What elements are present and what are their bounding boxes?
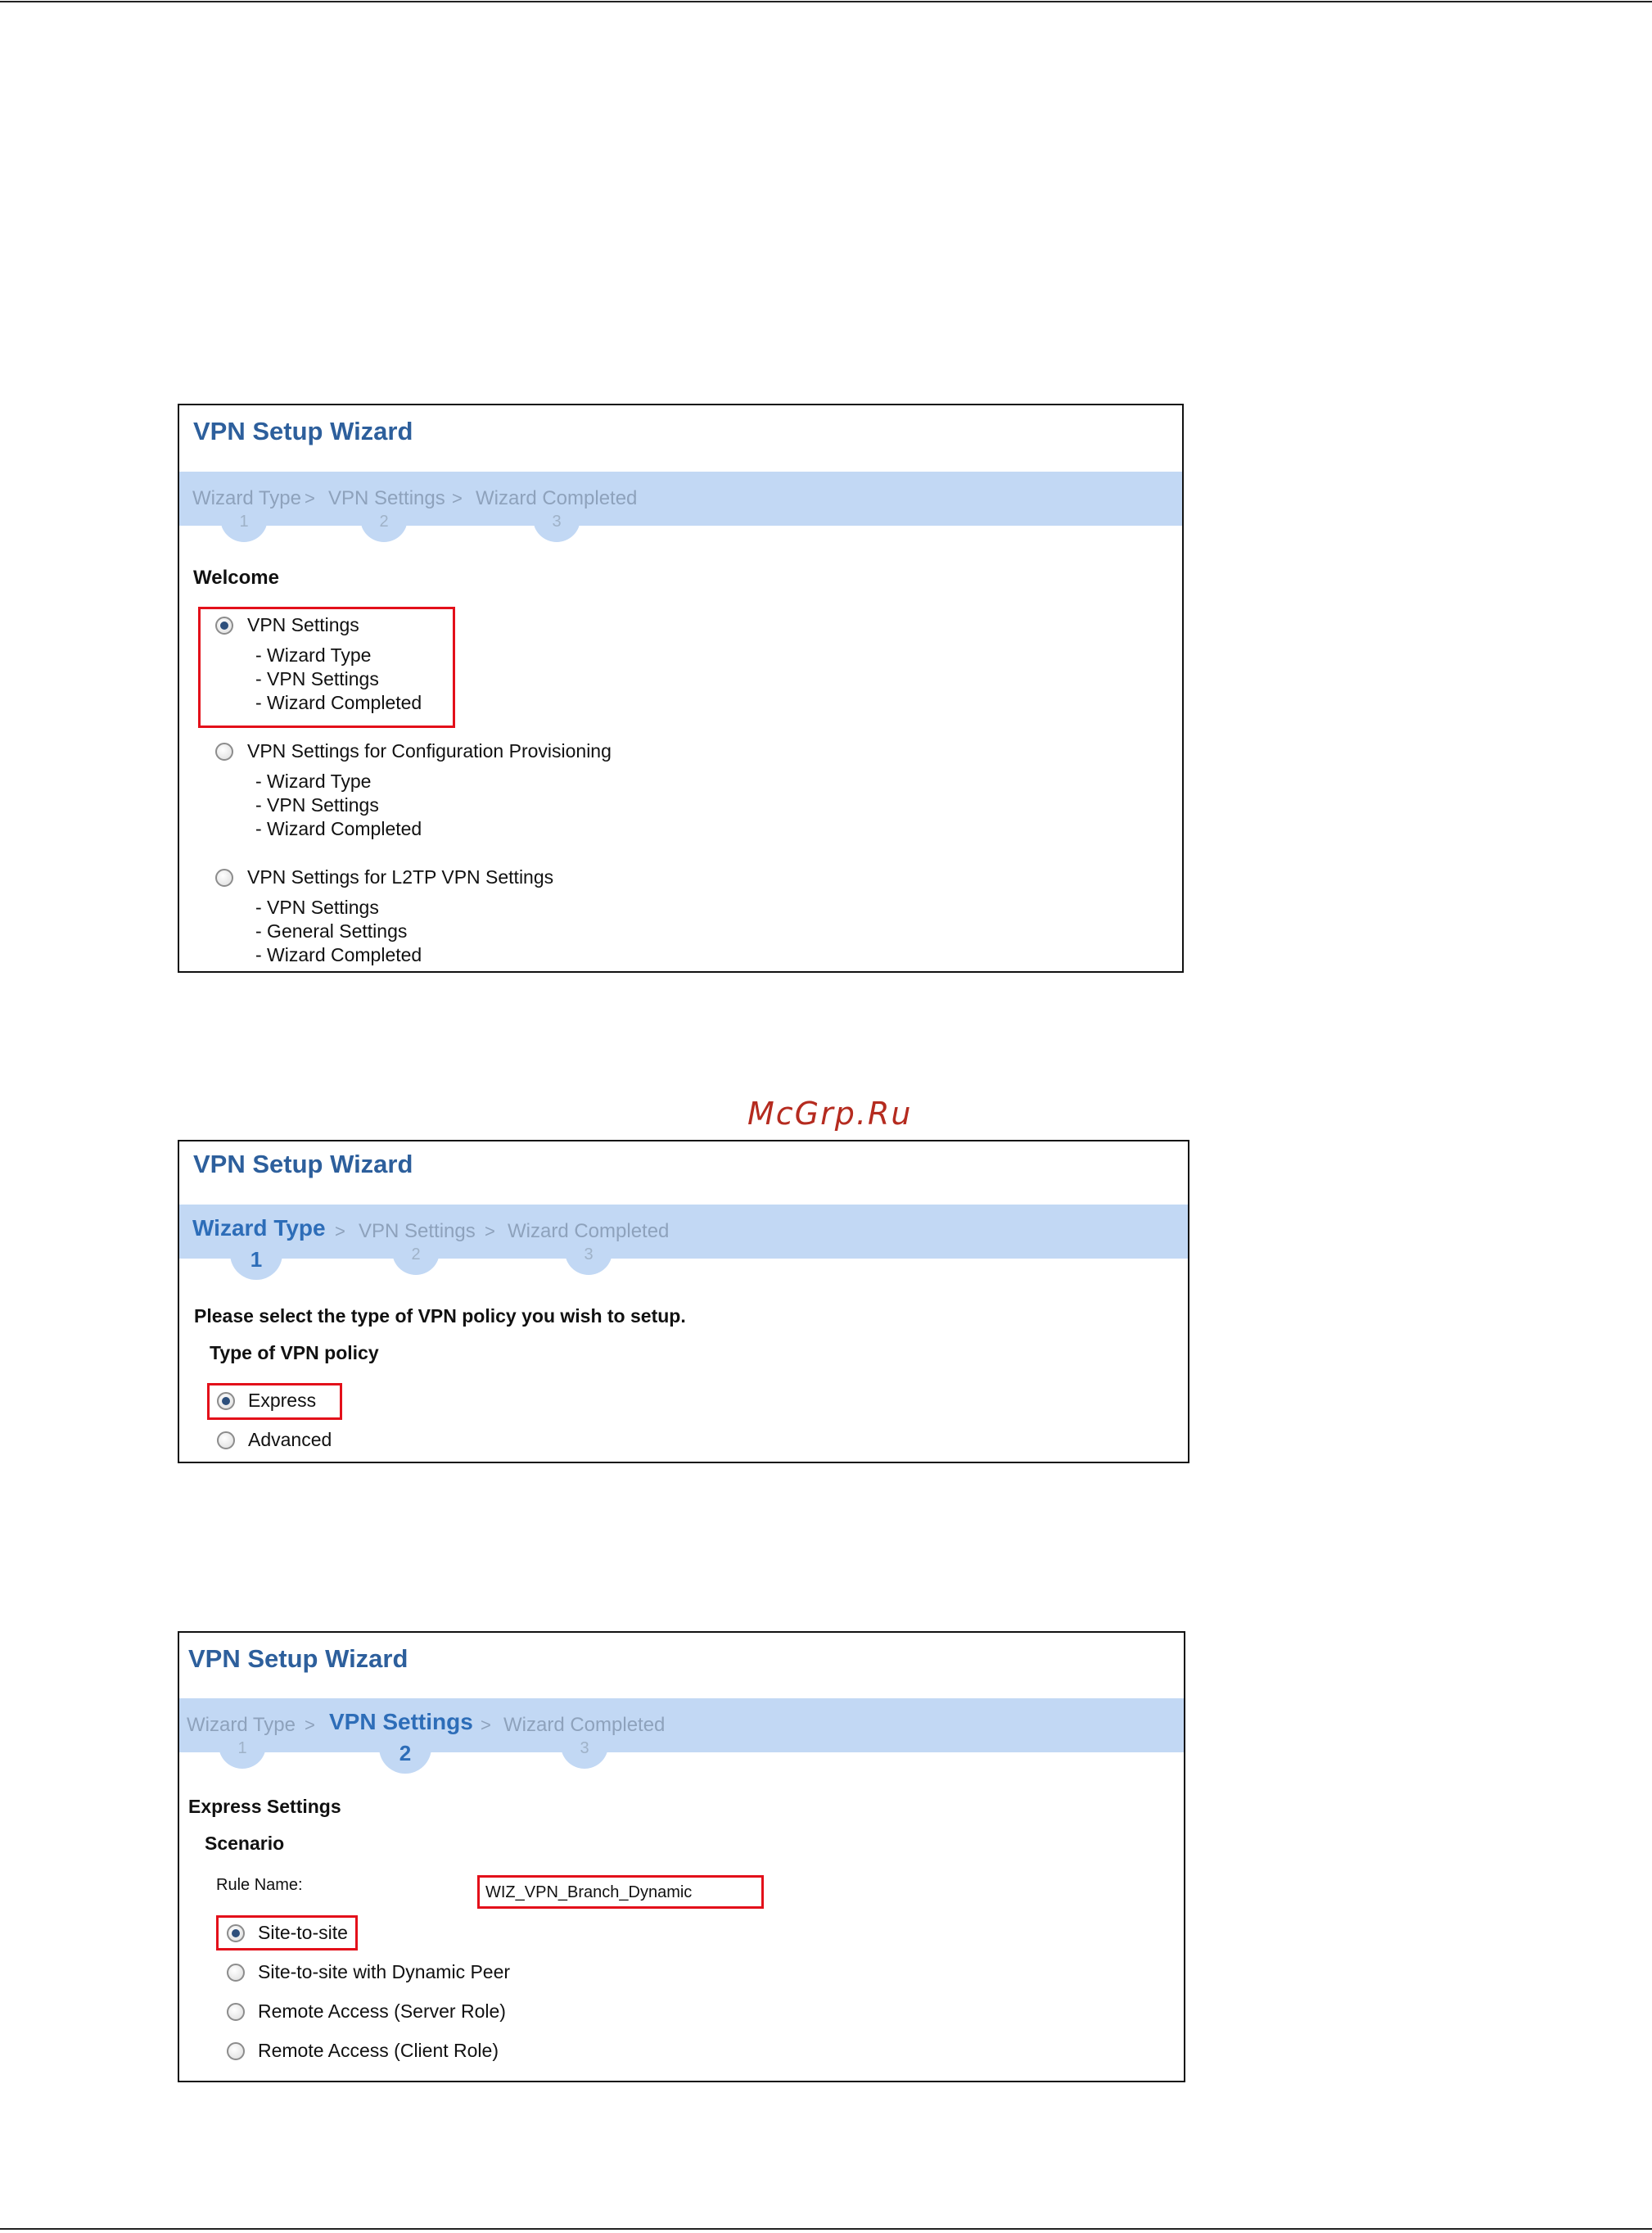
section-heading: Welcome xyxy=(193,567,279,589)
option-label: Express xyxy=(248,1390,317,1411)
page-bottom-rule xyxy=(0,2228,1652,2230)
vpn-wizard-welcome-panel: VPN Setup Wizard Wizard Type 1 > VPN Set… xyxy=(178,404,1184,973)
panel-title: VPN Setup Wizard xyxy=(188,1644,408,1673)
option-step-item: - Wizard Type xyxy=(255,771,372,792)
step-number-tab: 1 xyxy=(219,1736,266,1769)
step-number: 3 xyxy=(552,513,562,531)
step-label: Wizard Completed xyxy=(508,1220,670,1242)
panel-title: VPN Setup Wizard xyxy=(193,1150,413,1178)
rule-name-input[interactable]: WIZ_VPN_Branch_Dynamic xyxy=(477,1875,764,1909)
chevron-right-icon: > xyxy=(335,1221,345,1241)
step-number-tab: 3 xyxy=(533,509,580,542)
step-label: VPN Settings xyxy=(329,1709,473,1734)
radio-site-to-site[interactable] xyxy=(227,1924,245,1942)
step-number: 3 xyxy=(584,1245,594,1263)
option-label: Site-to-site with Dynamic Peer xyxy=(258,1961,511,1982)
step-label: Wizard Completed xyxy=(503,1714,666,1736)
option-step-item: - Wizard Completed xyxy=(255,944,422,965)
step-number-tab: 2 xyxy=(360,509,408,542)
vpn-wizard-type-panel: VPN Setup Wizard Wizard Type 1 > VPN Set… xyxy=(178,1140,1189,1463)
step-number: 1 xyxy=(250,1247,263,1272)
radio-vpn-settings[interactable] xyxy=(215,617,233,635)
option-step-item: - Wizard Type xyxy=(255,644,372,666)
step-label: VPN Settings xyxy=(359,1220,476,1242)
chevron-right-icon: > xyxy=(485,1221,495,1241)
rule-name-label: Rule Name: xyxy=(216,1876,303,1894)
step-number-tab: 3 xyxy=(561,1736,608,1769)
watermark: McGrp.Ru xyxy=(747,1096,913,1132)
wizard-steps-bar: Wizard Type 1 > VPN Settings 2 > Wizard … xyxy=(179,1698,1184,1774)
prompt-text: Please select the type of VPN policy you… xyxy=(194,1305,686,1327)
option-label: Remote Access (Server Role) xyxy=(258,2000,506,2022)
section-heading: Express Settings xyxy=(188,1796,341,1817)
radio-remote-access-server[interactable] xyxy=(227,2003,245,2021)
radio-remote-access-client[interactable] xyxy=(227,2042,245,2060)
step-label: Wizard Type xyxy=(192,1215,326,1241)
radio-l2tp-vpn[interactable] xyxy=(215,869,233,887)
step-number-tab: 1 xyxy=(220,509,268,542)
chevron-right-icon: > xyxy=(452,488,463,509)
option-label: Advanced xyxy=(248,1429,332,1450)
page-top-rule xyxy=(0,1,1652,2)
radio-site-to-site-dynamic-peer[interactable] xyxy=(227,1964,245,1982)
step-number-tab: 3 xyxy=(565,1242,612,1275)
sub-heading: Scenario xyxy=(205,1833,285,1854)
section-heading: Type of VPN policy xyxy=(210,1342,379,1363)
wizard-steps-bar: Wizard Type 1 > VPN Settings 2 > Wizard … xyxy=(179,1205,1188,1280)
option-step-item: - VPN Settings xyxy=(255,794,379,816)
chevron-right-icon: > xyxy=(305,1715,315,1735)
step-number: 1 xyxy=(239,513,249,531)
wizard-steps-bar: Wizard Type 1 > VPN Settings 2 > Wizard … xyxy=(179,472,1182,542)
option-label: Remote Access (Client Role) xyxy=(258,2040,499,2061)
option-step-item: - General Settings xyxy=(255,920,408,942)
vpn-wizard-settings-panel: VPN Setup Wizard Wizard Type 1 > VPN Set… xyxy=(178,1631,1185,2082)
step-number-tab: 2 xyxy=(392,1242,440,1275)
step-number-tab: 2 xyxy=(379,1736,431,1774)
option-step-item: - Wizard Completed xyxy=(255,692,422,713)
step-label: Wizard Type xyxy=(192,487,301,509)
step-number: 2 xyxy=(411,1245,421,1263)
step-number: 3 xyxy=(580,1739,589,1757)
step-number-tab: 1 xyxy=(230,1242,282,1280)
step-label: VPN Settings xyxy=(328,487,445,509)
option-label: Site-to-site xyxy=(258,1922,348,1943)
panel-title: VPN Setup Wizard xyxy=(193,417,413,445)
step-number: 2 xyxy=(379,513,389,531)
step-label: Wizard Type xyxy=(187,1714,296,1736)
option-step-item: - Wizard Completed xyxy=(255,818,422,839)
option-step-item: - VPN Settings xyxy=(255,668,379,689)
chevron-right-icon: > xyxy=(481,1715,491,1735)
option-step-item: - VPN Settings xyxy=(255,897,379,918)
step-number: 1 xyxy=(237,1739,247,1757)
option-label: VPN Settings for L2TP VPN Settings xyxy=(247,866,554,888)
option-label: VPN Settings for Configuration Provision… xyxy=(247,740,612,762)
radio-advanced[interactable] xyxy=(217,1431,235,1449)
step-label: Wizard Completed xyxy=(476,487,638,509)
step-number: 2 xyxy=(399,1741,412,1765)
radio-config-provisioning[interactable] xyxy=(215,743,233,761)
radio-express[interactable] xyxy=(217,1392,235,1410)
option-label: VPN Settings xyxy=(247,614,359,635)
chevron-right-icon: > xyxy=(305,488,315,509)
